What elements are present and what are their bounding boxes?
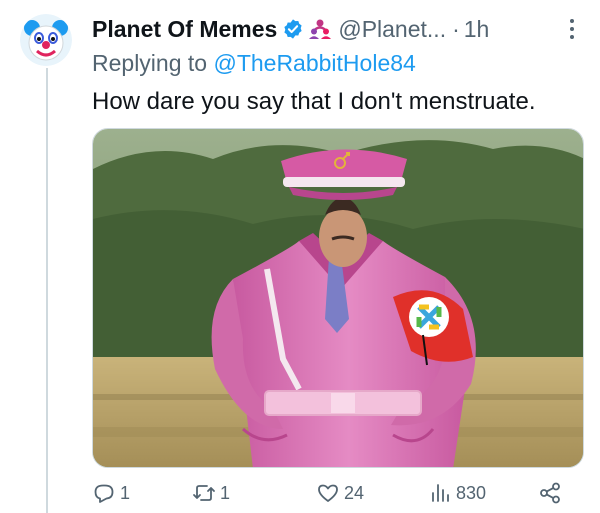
reply-icon bbox=[94, 484, 114, 503]
timestamp[interactable]: 1h bbox=[464, 16, 490, 43]
verified-badge-icon bbox=[284, 19, 302, 39]
share-icon bbox=[540, 482, 560, 504]
views-chart-icon bbox=[432, 484, 449, 502]
tweet-actions: 1 1 24 830 bbox=[92, 478, 572, 508]
tweet-media-image[interactable] bbox=[92, 128, 584, 468]
thread-line bbox=[46, 68, 48, 513]
handle[interactable]: @Planet... bbox=[338, 16, 446, 43]
tweet-text: How dare you say that I don't menstruate… bbox=[92, 88, 536, 115]
reply-button[interactable]: 1 bbox=[92, 478, 130, 508]
views-button[interactable]: 830 bbox=[428, 478, 486, 508]
reply-count: 1 bbox=[120, 482, 131, 503]
replying-to: Replying to @TheRabbitHole84 bbox=[92, 50, 416, 77]
like-button[interactable]: 24 bbox=[316, 478, 364, 508]
affiliate-people-icon bbox=[309, 19, 332, 39]
tweet-header: Planet Of Memes @Planet... · 1h bbox=[92, 12, 586, 46]
replying-prefix: Replying to bbox=[92, 50, 214, 76]
replying-mention-link[interactable]: @TheRabbitHole84 bbox=[213, 50, 415, 76]
like-count: 24 bbox=[344, 482, 365, 503]
more-options-icon[interactable] bbox=[562, 16, 582, 42]
avatar[interactable] bbox=[20, 14, 72, 66]
retweet-button[interactable]: 1 bbox=[192, 478, 230, 508]
share-button[interactable] bbox=[538, 478, 562, 508]
heart-icon bbox=[318, 484, 338, 502]
separator-dot: · bbox=[452, 15, 460, 42]
retweet-count: 1 bbox=[220, 482, 231, 503]
views-count: 830 bbox=[456, 482, 487, 503]
retweet-icon bbox=[193, 485, 215, 501]
display-name[interactable]: Planet Of Memes bbox=[92, 16, 277, 43]
clown-face-icon bbox=[20, 14, 72, 66]
